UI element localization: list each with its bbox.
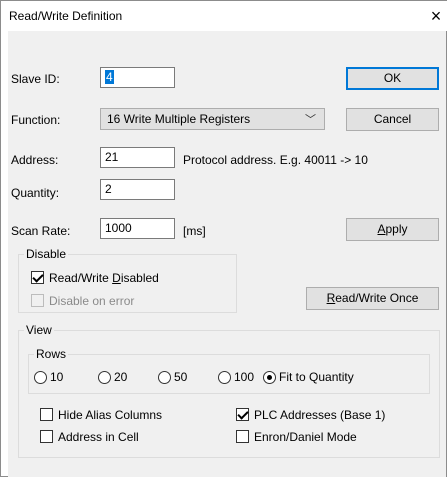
- address-input[interactable]: 21: [100, 147, 175, 168]
- apply-button[interactable]: Apply: [346, 218, 439, 241]
- rows-radio-10[interactable]: [34, 371, 47, 384]
- enron-daniel-mode-label: Enron/Daniel Mode: [254, 430, 357, 444]
- disable-on-error-label: Disable on error: [49, 294, 135, 308]
- enron-daniel-mode-checkbox[interactable]: [236, 430, 249, 443]
- address-in-cell-checkbox[interactable]: [40, 430, 53, 443]
- address-hint: Protocol address. E.g. 40011 -> 10: [183, 153, 368, 167]
- close-icon[interactable]: ×: [425, 4, 447, 28]
- rows-radio-20[interactable]: [98, 371, 111, 384]
- view-group-legend: View: [24, 323, 54, 337]
- rows-radio-50-label: 50: [174, 370, 188, 384]
- cancel-button[interactable]: Cancel: [346, 108, 439, 131]
- hide-alias-columns-checkbox[interactable]: [40, 408, 53, 421]
- rows-radio-100[interactable]: [218, 371, 231, 384]
- title-bar[interactable]: Read/Write Definition ×: [1, 1, 447, 31]
- disable-on-error-checkbox[interactable]: [31, 294, 44, 307]
- scan-rate-input[interactable]: 1000: [100, 218, 175, 239]
- ok-button[interactable]: OK: [346, 67, 439, 90]
- rows-radio-10-label: 10: [50, 370, 64, 384]
- quantity-input[interactable]: 2: [100, 179, 175, 200]
- function-selected-value: 16 Write Multiple Registers: [107, 112, 251, 126]
- scan-rate-label: Scan Rate:: [11, 224, 71, 238]
- chevron-down-icon: ﹀: [305, 114, 316, 126]
- read-write-once-button[interactable]: Read/Write Once: [306, 287, 439, 310]
- slave-id-input[interactable]: 4: [100, 67, 175, 88]
- address-label: Address:: [11, 153, 59, 167]
- rows-radio-20-label: 20: [114, 370, 128, 384]
- rows-radio-100-label: 100: [234, 370, 255, 384]
- rw-disabled-label[interactable]: Read/Write Disabled: [49, 271, 159, 285]
- plc-addresses-label: PLC Addresses (Base 1): [254, 408, 386, 422]
- rows-radio-fit-to-quantity-label: Fit to Quantity: [279, 370, 354, 384]
- window-title: Read/Write Definition: [9, 9, 123, 23]
- slave-id-value: 4: [105, 70, 114, 84]
- disable-group-legend: Disable: [24, 247, 69, 261]
- rw-disabled-checkbox[interactable]: [31, 271, 44, 284]
- hide-alias-columns-label: Hide Alias Columns: [58, 408, 163, 422]
- rows-radio-fit-to-quantity[interactable]: [263, 371, 276, 384]
- quantity-label: Quantity:: [11, 186, 60, 200]
- address-in-cell-label: Address in Cell: [58, 430, 139, 444]
- rows-radio-50[interactable]: [158, 371, 171, 384]
- function-label: Function:: [11, 113, 61, 127]
- function-select[interactable]: 16 Write Multiple Registers ﹀: [100, 108, 325, 130]
- dialog-client-area: Slave ID: 4 OK Function: 16 Write Multip…: [8, 31, 446, 477]
- scan-rate-unit: [ms]: [183, 224, 206, 238]
- plc-addresses-checkbox[interactable]: [236, 408, 249, 421]
- rows-group-legend: Rows: [34, 347, 69, 361]
- slave-id-label: Slave ID:: [11, 72, 60, 86]
